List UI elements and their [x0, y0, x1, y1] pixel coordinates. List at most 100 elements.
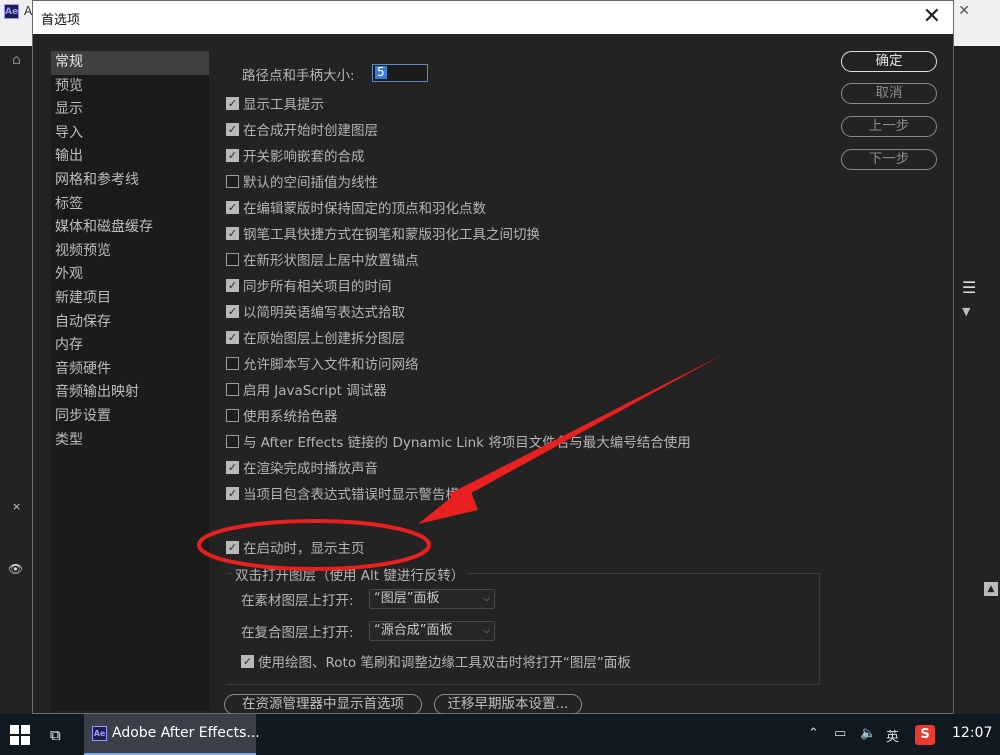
option-label: 在编辑蒙版时保持固定的顶点和羽化点数 — [243, 201, 486, 217]
home-icon[interactable]: ⌂ — [12, 52, 21, 68]
task-view-icon[interactable]: ⧉ — [50, 726, 61, 744]
category-display[interactable]: 显示 — [51, 98, 209, 122]
category-sync-settings[interactable]: 同步设置 — [51, 405, 209, 429]
category-preview[interactable]: 预览 — [51, 75, 209, 99]
taskbar-clock[interactable]: 12:07 — [952, 725, 992, 741]
category-labels[interactable]: 标签 — [51, 193, 209, 217]
checkbox-unchecked[interactable] — [226, 174, 239, 188]
footage-open-select[interactable]: “图层”面板 ⌵ — [369, 589, 495, 609]
category-list: 常规 预览 显示 导入 输出 网格和参考线 标签 媒体和磁盘缓存 视频预览 外观… — [51, 51, 209, 711]
path-point-value[interactable]: 5 — [375, 66, 387, 79]
option-row[interactable]: 在新形状图层上居中放置锚点 — [226, 249, 419, 269]
category-general[interactable]: 常规 — [51, 51, 209, 75]
option-row[interactable]: ✓ 在编辑蒙版时保持固定的顶点和羽化点数 — [226, 197, 486, 217]
category-output[interactable]: 输出 — [51, 145, 209, 169]
checkbox-checked[interactable]: ✓ — [226, 486, 239, 500]
checkbox-checked[interactable]: ✓ — [226, 304, 239, 318]
reveal-preferences-button[interactable]: 在资源管理器中显示首选项 — [224, 694, 422, 715]
option-row[interactable]: 与 After Effects 链接的 Dynamic Link 将项目文件名与… — [226, 431, 691, 451]
checkbox-checked[interactable]: ✓ — [226, 460, 239, 474]
paint-open-layer-option[interactable]: ✓ 使用绘图、Roto 笔刷和调整边缘工具双击时将打开“图层”面板 — [241, 651, 631, 671]
checkbox-unchecked[interactable] — [226, 434, 239, 448]
checkbox-unchecked[interactable] — [226, 252, 239, 266]
category-import[interactable]: 导入 — [51, 122, 209, 146]
app-title-partial: A — [24, 4, 33, 18]
startup-home-option[interactable]: ✓ 在启动时，显示主页 — [226, 537, 365, 557]
ime-indicator[interactable]: 英 — [886, 726, 899, 745]
category-memory[interactable]: 内存 — [51, 334, 209, 358]
sogou-ime-icon[interactable]: S — [915, 725, 935, 745]
checkbox-checked[interactable]: ✓ — [226, 200, 239, 214]
option-label: 在合成开始时创建图层 — [243, 123, 378, 139]
option-row[interactable]: ✓ 钢笔工具快捷方式在钢笔和蒙版羽化工具之间切换 — [226, 223, 540, 243]
option-label: 允许脚本写入文件和访问网络 — [243, 357, 419, 373]
ok-button[interactable]: 确定 — [841, 51, 937, 72]
option-row[interactable]: ✓ 同步所有相关项目的时间 — [226, 275, 392, 295]
previous-button[interactable]: 上一步 — [841, 116, 937, 137]
preferences-dialog: 首选项 ✕ 常规 预览 显示 导入 输出 网格和参考线 标签 媒体和磁盘缓存 视… — [32, 0, 954, 714]
app-right-panel — [955, 46, 1000, 714]
option-label: 同步所有相关项目的时间 — [243, 279, 392, 295]
category-video-preview[interactable]: 视频预览 — [51, 240, 209, 264]
taskbar-app-after-effects[interactable]: Ae Adobe After Effects... — [84, 714, 260, 755]
after-effects-icon: Ae — [92, 726, 107, 741]
category-media-disk-cache[interactable]: 媒体和磁盘缓存 — [51, 216, 209, 240]
tray-chevron-icon[interactable]: ⌃ — [808, 726, 819, 741]
volume-icon[interactable]: 🔈 — [860, 726, 876, 741]
category-auto-save[interactable]: 自动保存 — [51, 311, 209, 335]
after-effects-icon: Ae — [4, 4, 19, 19]
option-row[interactable]: ✓ 在原始图层上创建拆分图层 — [226, 327, 405, 347]
option-label: 在启动时，显示主页 — [243, 541, 365, 557]
eye-icon[interactable]: 👁 — [8, 562, 23, 576]
windows-taskbar: ⧉ Ae Adobe After Effects... ⌃ ▭ 🔈 英 S 12… — [0, 714, 1000, 755]
option-label: 启用 JavaScript 调试器 — [243, 383, 387, 399]
category-audio-hardware[interactable]: 音频硬件 — [51, 358, 209, 382]
category-new-project[interactable]: 新建项目 — [51, 287, 209, 311]
windows-start-icon[interactable] — [10, 725, 30, 745]
dialog-close-icon[interactable]: ✕ — [923, 4, 941, 30]
chevron-down-icon[interactable]: ▼ — [962, 305, 970, 318]
chevron-down-icon: ⌵ — [483, 594, 490, 604]
footage-open-row: 在素材图层上打开: — [241, 589, 354, 609]
category-appearance[interactable]: 外观 — [51, 263, 209, 287]
checkbox-unchecked[interactable] — [226, 356, 239, 370]
checkbox[interactable]: ✓ — [241, 654, 254, 668]
option-label: 显示工具提示 — [243, 97, 324, 113]
checkbox-checked[interactable]: ✓ — [226, 122, 239, 136]
option-row[interactable]: 使用系统拾色器 — [226, 405, 338, 425]
option-row[interactable]: 启用 JavaScript 调试器 — [226, 379, 387, 399]
category-grids-guides[interactable]: 网格和参考线 — [51, 169, 209, 193]
checkbox[interactable]: ✓ — [226, 540, 239, 554]
checkbox-checked[interactable]: ✓ — [226, 96, 239, 110]
path-point-size-input[interactable]: 5 — [372, 64, 428, 82]
checkbox-unchecked[interactable] — [226, 408, 239, 422]
category-type[interactable]: 类型 — [51, 429, 209, 453]
next-button[interactable]: 下一步 — [841, 149, 937, 170]
option-row[interactable]: ✓ 开关影响嵌套的合成 — [226, 145, 365, 165]
option-row[interactable]: ✓ 在合成开始时创建图层 — [226, 119, 378, 139]
footage-open-value: “图层”面板 — [374, 591, 440, 606]
cancel-button[interactable]: 取消 — [841, 83, 937, 104]
checkbox-checked[interactable]: ✓ — [226, 330, 239, 344]
scroll-up-icon[interactable]: ▲ — [984, 582, 998, 596]
checkbox-checked[interactable]: ✓ — [226, 148, 239, 162]
panel-menu-icon[interactable]: ☰ — [962, 278, 976, 297]
dialog-title-bar: 首选项 ✕ — [33, 1, 953, 34]
close-icon[interactable]: × — [12, 500, 21, 513]
checkbox-unchecked[interactable] — [226, 382, 239, 396]
checkbox-checked[interactable]: ✓ — [226, 278, 239, 292]
comp-open-select[interactable]: “源合成”面板 ⌵ — [369, 621, 495, 641]
option-label: 钢笔工具快捷方式在钢笔和蒙版羽化工具之间切换 — [243, 227, 540, 243]
option-row[interactable]: ✓ 显示工具提示 — [226, 93, 324, 113]
option-row[interactable]: ✓ 在渲染完成时播放声音 — [226, 457, 378, 477]
option-row[interactable]: 默认的空间插值为线性 — [226, 171, 378, 191]
comp-open-value: “源合成”面板 — [374, 623, 453, 638]
option-label: 与 After Effects 链接的 Dynamic Link 将项目文件名与… — [243, 435, 691, 451]
network-icon[interactable]: ▭ — [834, 726, 846, 741]
option-row[interactable]: 允许脚本写入文件和访问网络 — [226, 353, 419, 373]
option-row[interactable]: ✓ 以简明英语编写表达式拾取 — [226, 301, 405, 321]
option-row[interactable]: ✓ 当项目包含表达式错误时显示警告横幅 — [226, 483, 473, 503]
migrate-settings-button[interactable]: 迁移早期版本设置... — [434, 694, 582, 715]
category-audio-output-mapping[interactable]: 音频输出映射 — [51, 381, 209, 405]
checkbox-checked[interactable]: ✓ — [226, 226, 239, 240]
